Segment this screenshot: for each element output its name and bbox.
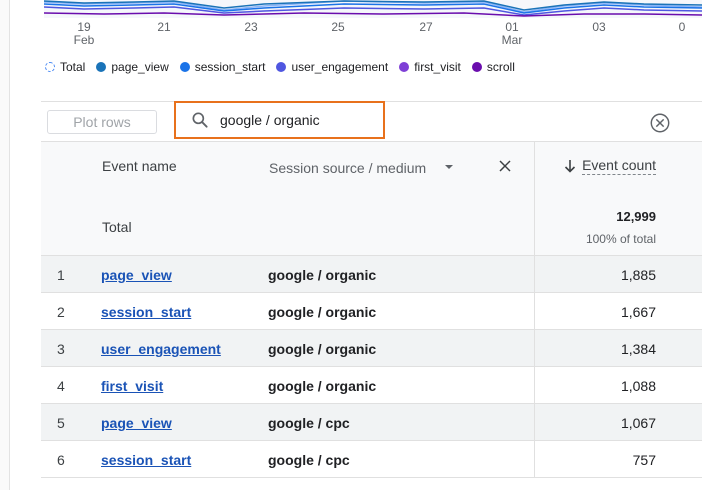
table-row: 4 first_visit google / organic 1,088 [41,367,702,404]
legend-item[interactable]: first_visit [399,60,461,74]
session-source-cell: google / cpc [268,415,350,431]
search-input[interactable] [220,112,370,128]
legend-label: scroll [486,60,515,74]
session-source-cell: google / organic [268,267,377,283]
column-divider [534,293,535,329]
event-count-cell: 1,067 [620,415,656,431]
x-axis-tick: 21 [149,21,179,34]
row-number: 2 [57,304,65,320]
x-tick-day: 27 [419,20,433,34]
column-divider [534,330,535,366]
remove-dimension-icon[interactable] [498,159,512,173]
legend-label: user_engagement [291,60,389,74]
row-number: 5 [57,415,65,431]
event-name-link[interactable]: user_engagement [101,341,221,357]
header-event-name[interactable]: Event name [102,158,177,174]
legend-dot-icon [96,62,107,72]
sort-arrow-down-icon [564,160,576,173]
legend-label: session_start [194,60,266,74]
row-number: 6 [57,452,65,468]
total-label: Total [102,219,132,235]
event-count-cell: 1,384 [620,341,656,357]
x-axis-tick: 27 [411,21,441,34]
table-row: 3 user_engagement google / organic 1,384 [41,330,702,367]
event-count-cell: 1,088 [620,378,656,394]
x-tick-month: Feb [73,33,95,47]
event-count-cell: 1,885 [620,267,656,283]
total-value: 12,999 [616,209,656,224]
legend-label: first_visit [414,60,461,74]
header-event-count[interactable]: Event count [564,157,656,175]
event-count-label: Event count [582,157,656,175]
x-tick-month: Mar [501,33,523,47]
row-number: 1 [57,267,65,283]
event-name-link[interactable]: page_view [101,267,172,283]
x-axis-tick: 23 [236,21,266,34]
table-row: 2 session_start google / organic 1,667 [41,293,702,330]
table-row: 1 page_view google / organic 1,885 [41,256,702,293]
line-chart [44,0,702,18]
event-count-cell: 1,667 [620,304,656,320]
event-name-link[interactable]: first_visit [101,378,163,394]
x-axis-tick: 01 Mar [497,21,527,47]
legend-dot-icon [471,62,482,72]
x-tick-day: 03 [592,20,606,34]
clear-search-icon[interactable] [649,112,671,134]
column-divider [534,256,535,292]
event-name-link[interactable]: page_view [101,415,172,431]
search-box[interactable] [174,101,385,139]
plot-rows-button[interactable]: Plot rows [47,110,157,134]
legend-label: Total [60,60,86,74]
event-name-link[interactable]: session_start [101,304,191,320]
legend-dot-icon [276,62,287,72]
legend-item[interactable]: user_engagement [276,60,388,74]
chart-legend: Total page_view session_start user_engageme… [45,59,526,75]
legend-item[interactable]: page_view [96,60,169,74]
column-divider [534,142,535,255]
x-axis-tick: 03 [584,21,614,34]
legend-dot-icon [45,62,55,72]
session-source-cell: google / organic [268,378,377,394]
table-row: 6 session_start google / cpc 757 [41,441,702,478]
x-tick-day: 25 [331,20,345,34]
dropdown-caret-icon[interactable] [444,162,454,172]
x-axis-tick: 25 [323,21,353,34]
total-percent: 100% of total [585,232,656,246]
legend-dot-icon [399,62,410,72]
search-icon [192,112,208,128]
x-axis-tick: 0 [667,21,697,34]
events-table: Event name Session source / medium Event… [41,141,702,478]
session-source-cell: google / cpc [268,452,350,468]
chart-area: 19 Feb 21 23 25 27 01 Mar 03 0 [44,0,702,50]
row-number: 3 [57,341,65,357]
column-divider [534,404,535,440]
row-number: 4 [57,378,65,394]
event-name-link[interactable]: session_start [101,452,191,468]
table-toolbar: Plot rows [41,101,702,142]
legend-item[interactable]: scroll [471,60,515,74]
legend-item[interactable]: session_start [179,60,266,74]
legend-label: page_view [111,60,169,74]
event-count-cell: 757 [632,452,656,468]
session-source-cell: google / organic [268,341,377,357]
left-rail [0,0,10,490]
x-axis-tick: 19 Feb [69,21,99,47]
legend-item[interactable]: Total [45,60,85,74]
table-row: 5 page_view google / cpc 1,067 [41,404,702,441]
header-session-source[interactable]: Session source / medium [269,160,426,176]
x-tick-day: 23 [244,20,258,34]
column-divider [534,367,535,403]
column-divider [534,441,535,477]
legend-dot-icon [179,62,190,72]
table-header: Event name Session source / medium Event… [41,141,702,256]
x-tick-day: 21 [157,20,171,34]
x-tick-day: 0 [678,20,686,34]
session-source-cell: google / organic [268,304,377,320]
